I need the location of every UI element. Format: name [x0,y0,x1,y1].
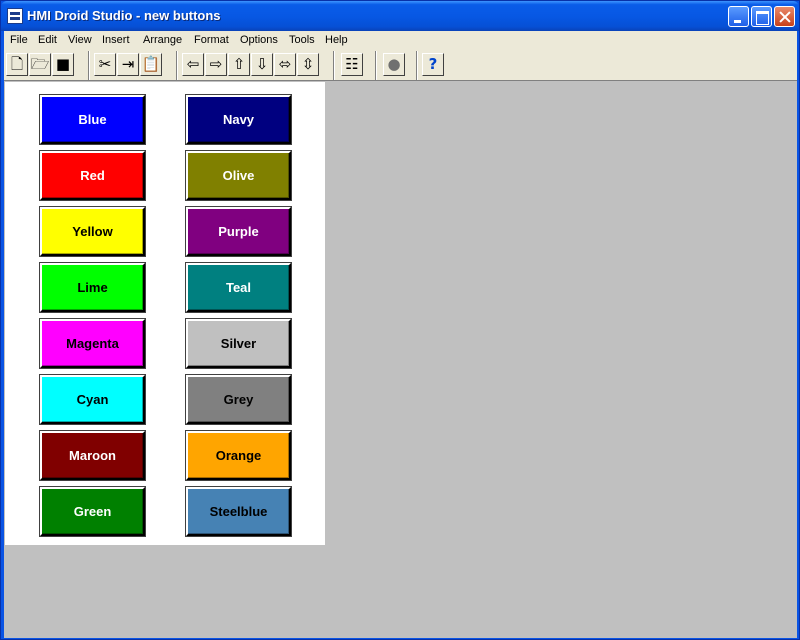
menu-view[interactable]: View [68,34,92,46]
color-button-red[interactable]: Red [39,150,146,201]
align-left-arrow-icon[interactable]: ⇦ [182,53,204,76]
horizontal-resize-icon[interactable]: ⬄ [274,53,296,76]
window-title: HMI Droid Studio - new buttons [27,8,221,23]
toolbar-separator [333,51,335,80]
toolbar: 🗋 🗁 ■ ✂ ⇥ 📋 ⇦ ⇨ ⇧ ⇩ ⬄ ⇳ ☷ ●? [4,50,797,81]
minimize-button[interactable] [728,6,749,27]
color-button-label: Navy [222,112,255,127]
color-button-grey[interactable]: Grey [185,374,292,425]
paste-icon[interactable]: 📋 [140,53,162,76]
color-button-orange[interactable]: Orange [185,430,292,481]
color-button-purple[interactable]: Purple [185,206,292,257]
color-button-silver[interactable]: Silver [185,318,292,369]
color-button-label: Cyan [76,392,109,407]
color-button-navy[interactable]: Navy [185,94,292,145]
open-folder-icon[interactable]: 🗁 [29,53,51,76]
color-button-label: Steelblue [209,504,268,519]
vertical-resize-icon[interactable]: ⇳ [297,53,319,76]
menu-options[interactable]: Options [240,34,278,46]
menu-bar: File Edit View Insert Arrange Format Opt… [4,31,797,50]
color-button-teal[interactable]: Teal [185,262,292,313]
color-button-label: Orange [215,448,262,463]
color-button-label: Maroon [69,448,116,463]
color-button-label: Teal [225,280,252,295]
menu-insert[interactable]: Insert [102,34,130,46]
menu-help[interactable]: Help [325,34,348,46]
color-button-maroon[interactable]: Maroon [39,430,146,481]
help-icon[interactable]: ? [422,53,444,76]
app-window: HMI Droid Studio - new buttons File Edit… [0,0,800,640]
color-button-label: Blue [78,112,107,127]
app-logo-icon [7,8,23,24]
color-button-label: Silver [220,336,257,351]
title-bar[interactable]: HMI Droid Studio - new buttons [1,1,799,31]
align-right-arrow-icon[interactable]: ⇨ [205,53,227,76]
close-button[interactable] [774,6,795,27]
color-button-label: Olive [222,168,255,183]
color-button-cyan[interactable]: Cyan [39,374,146,425]
toolbar-separator [375,51,377,80]
color-button-lime[interactable]: Lime [39,262,146,313]
menu-format[interactable]: Format [194,34,229,46]
color-button-green[interactable]: Green [39,486,146,537]
cut-scissors-icon[interactable]: ✂ [94,53,116,76]
color-button-label: Green [73,504,112,519]
record-circle-icon[interactable]: ● [383,53,405,76]
save-disk-icon[interactable]: ■ [52,53,74,76]
client-area: File Edit View Insert Arrange Format Opt… [4,31,797,638]
toolbar-separator [176,51,178,80]
menu-tools[interactable]: Tools [289,34,315,46]
color-button-magenta[interactable]: Magenta [39,318,146,369]
toolbar-separator [416,51,418,80]
color-button-steelblue[interactable]: Steelblue [185,486,292,537]
properties-icon[interactable]: ☷ [341,53,363,76]
color-button-label: Grey [223,392,254,407]
maximize-button[interactable] [751,6,772,27]
new-file-icon[interactable]: 🗋 [6,53,28,76]
color-button-label: Lime [77,280,108,295]
color-button-label: Purple [218,224,259,239]
copy-icon[interactable]: ⇥ [117,53,139,76]
color-button-label: Yellow [72,224,113,239]
menu-arrange[interactable]: Arrange [143,34,182,46]
color-button-yellow[interactable]: Yellow [39,206,146,257]
color-button-blue[interactable]: Blue [39,94,146,145]
color-button-label: Magenta [66,336,119,351]
menu-edit[interactable]: Edit [38,34,57,46]
color-button-olive[interactable]: Olive [185,150,292,201]
toolbar-separator [88,51,90,80]
align-bottom-arrow-icon[interactable]: ⇩ [251,53,273,76]
align-top-arrow-icon[interactable]: ⇧ [228,53,250,76]
design-canvas[interactable]: Blue Red Yellow Lime Magenta Cyan Maroon Green N… [5,82,325,545]
color-button-label: Red [80,168,105,183]
menu-file[interactable]: File [10,34,28,46]
